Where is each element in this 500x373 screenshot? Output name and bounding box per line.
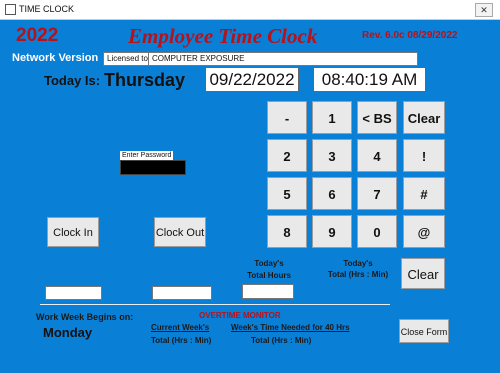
time-clock-window: TIME CLOCK ✕ 2022 Employee Time Clock Re… — [0, 0, 500, 373]
divider — [40, 304, 390, 305]
clear-button[interactable]: Clear — [401, 258, 445, 289]
revision-label: Rev. 6.0c 08/29/2022 — [362, 30, 458, 41]
network-version-label: Network Version — [12, 52, 99, 64]
password-input[interactable] — [120, 160, 186, 175]
title-bar: TIME CLOCK ✕ — [0, 0, 500, 20]
clock-in-time-field[interactable] — [45, 286, 102, 300]
key-6[interactable]: 6 — [312, 177, 352, 210]
year-label: 2022 — [16, 25, 59, 46]
todays-total-hm-label-2: Total (Hrs : Min) — [327, 270, 389, 279]
today-label: Today Is: — [44, 73, 101, 88]
key-2[interactable]: 2 — [267, 139, 307, 172]
current-week-label-2: Total (Hrs : Min) — [151, 336, 212, 345]
licensed-to-label: Licensed to — [103, 52, 152, 66]
clock-out-time-field[interactable] — [152, 286, 212, 300]
key-exclamation[interactable]: ! — [403, 139, 445, 172]
key-clear[interactable]: Clear — [403, 101, 445, 134]
date-field: 09/22/2022 — [205, 67, 299, 92]
clock-out-button[interactable]: Clock Out — [154, 217, 206, 247]
key-9[interactable]: 9 — [312, 215, 352, 248]
current-week-label-1: Current Week's — [151, 323, 210, 332]
todays-total-hm-label-1: Today's — [343, 259, 373, 268]
key-7[interactable]: 7 — [357, 177, 397, 210]
window-title: TIME CLOCK — [19, 4, 75, 14]
close-form-button[interactable]: Close Form — [399, 319, 449, 343]
licensed-to-field: COMPUTER EXPOSURE — [148, 52, 418, 66]
work-week-day: Monday — [43, 325, 93, 340]
app-icon — [5, 4, 16, 15]
time-field: 08:40:19 AM — [313, 67, 426, 92]
close-icon[interactable]: ✕ — [475, 3, 493, 17]
key-3[interactable]: 3 — [312, 139, 352, 172]
app-title: Employee Time Clock — [128, 24, 318, 48]
todays-total-hours-label-2: Total Hours — [247, 271, 291, 280]
key-8[interactable]: 8 — [267, 215, 307, 248]
key-at[interactable]: @ — [403, 215, 445, 248]
todays-total-hours-label-1: Today's — [254, 259, 284, 268]
work-week-label: Work Week Begins on: — [36, 312, 134, 322]
key-hash[interactable]: # — [403, 177, 445, 210]
time-needed-label-1: Week's Time Needed for 40 Hrs — [231, 323, 350, 332]
key-minus[interactable]: - — [267, 101, 307, 134]
overtime-monitor-label: OVERTIME MONITOR — [199, 311, 281, 320]
key-1[interactable]: 1 — [312, 101, 352, 134]
key-4[interactable]: 4 — [357, 139, 397, 172]
password-label: Enter Password — [120, 151, 174, 160]
today-day: Thursday — [104, 70, 186, 90]
key-backspace[interactable]: < BS — [357, 101, 397, 134]
clock-in-button[interactable]: Clock In — [47, 217, 99, 247]
key-5[interactable]: 5 — [267, 177, 307, 210]
key-0[interactable]: 0 — [357, 215, 397, 248]
todays-total-hours-field[interactable] — [242, 284, 294, 299]
time-needed-label-2: Total (Hrs : Min) — [251, 336, 312, 345]
